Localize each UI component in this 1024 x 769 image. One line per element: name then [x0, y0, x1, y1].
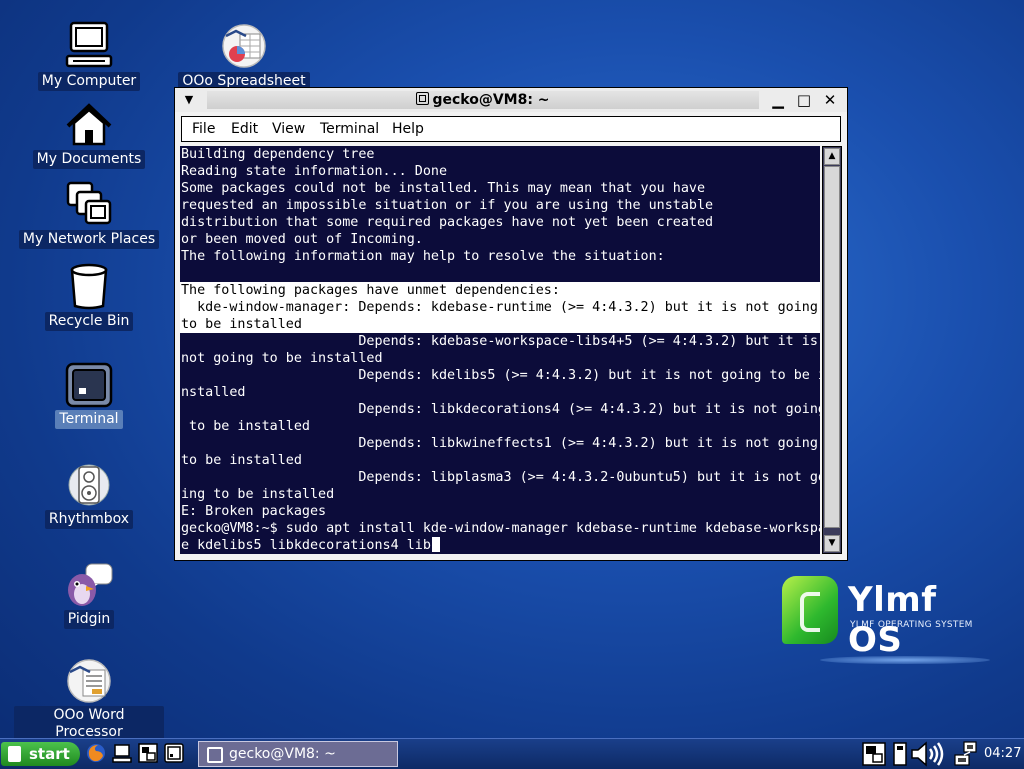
terminal-line: nstalled	[181, 385, 246, 400]
terminal-line: gecko@VM8:~$ sudo apt install kde-window…	[181, 521, 820, 536]
text-cursor	[431, 537, 440, 552]
menu-file[interactable]: File	[192, 120, 215, 138]
desktop-icon-label: Recycle Bin	[44, 312, 134, 331]
volume-icon[interactable]	[910, 741, 946, 767]
menu-edit[interactable]: Edit	[231, 120, 258, 138]
terminal-input-text: e kdelibs5 libkdecorations4 lib	[181, 538, 431, 553]
start-label: start	[29, 745, 70, 763]
home-folder-icon	[66, 103, 112, 146]
show-desktop-icon[interactable]	[138, 743, 158, 763]
terminal-window[interactable]: ▼ gecko@VM8: ~ ▁ □ ✕ File Edit View Term…	[174, 87, 848, 561]
chat-icon	[68, 563, 113, 606]
terminal-line: Some packages could not be installed. Th…	[181, 181, 706, 196]
desktop-icon-my-documents[interactable]: My Documents	[14, 102, 164, 169]
clock[interactable]: 04:27	[984, 745, 1021, 763]
display-icon[interactable]	[892, 742, 908, 766]
terminal-icon	[65, 362, 113, 408]
start-logo-icon	[8, 746, 21, 762]
desktop-icon-label: My Network Places	[18, 230, 160, 249]
menu-view[interactable]: View	[272, 120, 305, 138]
terminal-line: distribution that some required packages…	[181, 215, 714, 230]
terminal-line: kde-window-manager: Depends: kdebase-run…	[181, 300, 818, 315]
desktop-icon-label: Rhythmbox	[44, 510, 134, 529]
network-status-icon[interactable]	[954, 741, 978, 767]
terminal-line: requested an impossible situation or if …	[181, 198, 714, 213]
trash-icon	[70, 263, 108, 310]
window-title: gecko@VM8: ~	[207, 91, 759, 109]
terminal-line: Depends: kdebase-workspace-libs4+5 (>= 4…	[181, 334, 818, 349]
spreadsheet-icon	[222, 24, 266, 68]
computer-icon	[65, 21, 113, 68]
terminal-line: to be installed	[181, 419, 310, 434]
terminal-small-icon	[416, 92, 430, 105]
desktop-icon-ooo-word-processor[interactable]: OOo Word Processor	[14, 658, 164, 742]
terminal-prompt-line: e kdelibs5 libkdecorations4 lib	[181, 537, 440, 554]
start-button[interactable]: start	[1, 742, 80, 766]
desktop-icon-my-computer[interactable]: My Computer	[14, 20, 164, 91]
scroll-up-button[interactable]: ▲	[824, 148, 840, 165]
menu-terminal[interactable]: Terminal	[320, 120, 379, 138]
desktop-icon-label: Terminal	[55, 410, 123, 429]
terminal-launcher-icon[interactable]	[164, 743, 184, 763]
desktop-icon-label: OOo Word Processor	[14, 706, 164, 742]
terminal-output[interactable]: Building dependency tree Reading state i…	[180, 146, 820, 554]
maximize-button[interactable]: □	[795, 91, 813, 109]
scroll-down-button[interactable]: ▼	[824, 535, 840, 552]
terminal-line: to be installed	[181, 317, 302, 332]
computer-icon[interactable]	[112, 743, 132, 763]
minimize-button[interactable]: ▁	[769, 91, 787, 109]
terminal-task-icon	[207, 747, 223, 763]
terminal-line: Reading state information... Done	[181, 164, 448, 179]
terminal-line: or been moved out of Incoming.	[181, 232, 423, 247]
title-bar[interactable]: ▼ gecko@VM8: ~ ▁ □ ✕	[175, 88, 847, 112]
desktop-icon-my-network-places[interactable]: My Network Places	[14, 180, 164, 249]
terminal-line: ing to be installed	[181, 487, 335, 502]
word-processor-icon	[67, 659, 111, 703]
terminal-line: E: Broken packages	[181, 504, 327, 519]
window-switcher-icon[interactable]	[862, 742, 886, 766]
menu-help[interactable]: Help	[392, 120, 424, 138]
menu-bar: File Edit View Terminal Help	[181, 116, 841, 142]
terminal-line: not going to be installed	[181, 351, 383, 366]
terminal-line: The following packages have unmet depend…	[181, 283, 560, 298]
music-player-icon	[68, 464, 110, 506]
title-strip[interactable]: gecko@VM8: ~	[207, 91, 759, 109]
network-icon	[66, 181, 112, 225]
desktop-icon-label: My Computer	[37, 72, 141, 91]
desktop-icon-label: Pidgin	[63, 610, 115, 629]
task-title: gecko@VM8: ~	[229, 746, 336, 762]
desktop-icon-pidgin[interactable]: Pidgin	[14, 562, 164, 629]
os-logo: Ylmf OS YLMF OPERATING SYSTEM	[780, 576, 1000, 668]
desktop-icon-label: My Documents	[32, 150, 146, 169]
terminal-line: to be installed	[181, 453, 302, 468]
terminal-line: The following information may help to re…	[181, 249, 665, 264]
desktop-icon-ooo-spreadsheet[interactable]: OOo Spreadsheet	[169, 22, 319, 91]
window-menu-button[interactable]: ▼	[181, 92, 197, 108]
terminal-line: Depends: libkdecorations4 (>= 4:4.3.2) b…	[181, 402, 820, 417]
terminal-line: Depends: kdelibs5 (>= 4:4.3.2) but it is…	[181, 368, 820, 383]
desktop-icon-rhythmbox[interactable]: Rhythmbox	[14, 462, 164, 529]
taskbar: start gecko@VM8: ~ 04:27	[0, 738, 1024, 769]
close-button[interactable]: ✕	[821, 91, 839, 109]
window-title-text: gecko@VM8: ~	[432, 92, 550, 108]
desktop-icon-terminal[interactable]: Terminal	[14, 362, 164, 429]
logo-glow	[820, 656, 990, 664]
vertical-scrollbar[interactable]: ▲ ▼	[822, 146, 842, 554]
scroll-thumb[interactable]	[824, 166, 840, 528]
desktop-icon-recycle-bin[interactable]: Recycle Bin	[14, 262, 164, 331]
firefox-icon[interactable]	[86, 743, 106, 763]
taskbar-task-terminal[interactable]: gecko@VM8: ~	[198, 741, 398, 767]
terminal-line: Depends: libplasma3 (>= 4:4.3.2-0ubuntu5…	[181, 470, 820, 485]
ylmf-logo-icon	[782, 576, 838, 644]
logo-subtitle: YLMF OPERATING SYSTEM	[850, 620, 973, 630]
terminal-line: Building dependency tree	[181, 147, 375, 162]
terminal-line: Depends: libkwineffects1 (>= 4:4.3.2) bu…	[181, 436, 818, 451]
